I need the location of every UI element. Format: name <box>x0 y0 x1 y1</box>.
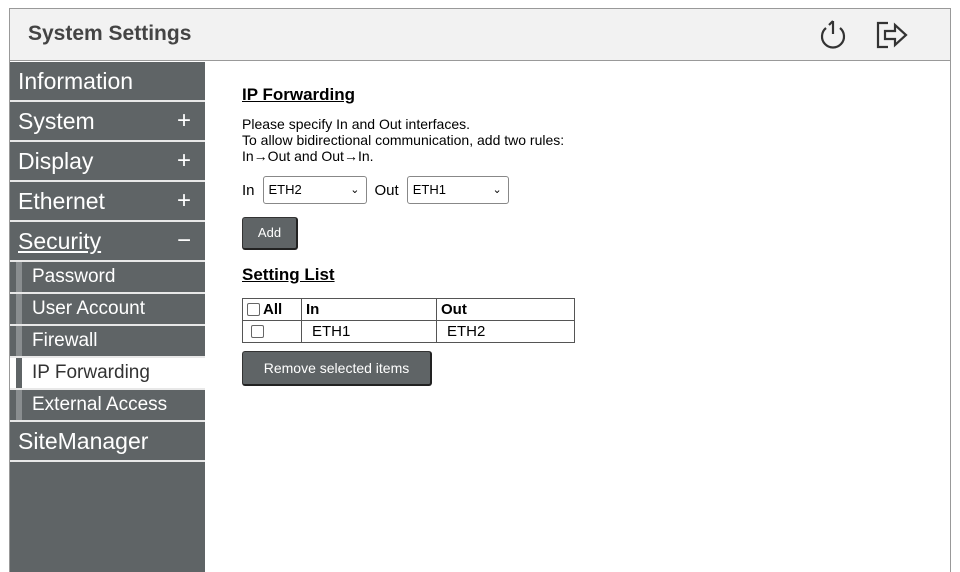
setting-list-table: All In Out ETH1 ETH2 <box>242 298 575 343</box>
table-cell-in: ETH1 <box>301 320 437 343</box>
sidebar-item-system[interactable]: System + <box>10 102 205 142</box>
sidebar-subitem-ip-forwarding[interactable]: IP Forwarding <box>10 358 205 390</box>
sidebar-subitem-password[interactable]: Password <box>10 262 205 294</box>
header-label: All <box>263 301 283 318</box>
chevron-down-icon: ⌄ <box>350 184 360 196</box>
sidebar-subitem-firewall[interactable]: Firewall <box>10 326 205 358</box>
sidebar-item-label: Display <box>18 148 94 174</box>
out-interface-select[interactable]: ETH1 ⌄ <box>406 176 509 204</box>
sidebar-item-label: System <box>18 108 95 134</box>
sidebar-item-information[interactable]: Information <box>10 62 205 102</box>
expand-icon: + <box>176 147 191 174</box>
in-interface-select[interactable]: ETH2 ⌄ <box>262 176 367 204</box>
setting-list-title: Setting List <box>242 265 335 284</box>
main-content: IP Forwarding Please specify In and Out … <box>242 85 942 386</box>
description-line: Please specify In and Out interfaces. <box>242 116 471 132</box>
chevron-down-icon: ⌄ <box>492 184 502 196</box>
table-header-all: All <box>242 298 302 321</box>
sidebar-item-label: Security <box>18 228 102 254</box>
sidebar-item-security[interactable]: Security − <box>10 222 205 262</box>
in-interface-value: ETH2 <box>268 182 302 197</box>
description-line: In→Out and Out→In. <box>242 148 374 164</box>
expand-icon: + <box>176 107 191 134</box>
table-header-row: All In Out <box>242 298 575 321</box>
table-row: ETH1 ETH2 <box>242 320 575 343</box>
sidebar-item-label: Ethernet <box>18 188 105 214</box>
expand-icon: + <box>176 187 191 214</box>
in-label: In <box>242 181 255 199</box>
sidebar-item-ethernet[interactable]: Ethernet + <box>10 182 205 222</box>
app-frame: System Settings Information System + Dis… <box>9 8 951 572</box>
table-cell-out: ETH2 <box>436 320 575 343</box>
header-bar: System Settings <box>10 9 950 61</box>
logout-icon[interactable] <box>874 17 910 53</box>
page-title: IP Forwarding <box>242 85 356 104</box>
table-header-in: In <box>301 298 437 321</box>
sidebar-item-sitemanager[interactable]: SiteManager <box>10 422 205 462</box>
sidebar-subitem-user-account[interactable]: User Account <box>10 294 205 326</box>
table-cell-checkbox <box>242 320 302 343</box>
description-line: To allow bidirectional communication, ad… <box>242 132 565 148</box>
collapse-icon: − <box>176 227 191 254</box>
power-icon[interactable] <box>815 17 851 53</box>
row-checkbox[interactable] <box>251 325 264 338</box>
sidebar-subitem-external-access[interactable]: External Access <box>10 390 205 422</box>
sidebar: Information System + Display + Ethernet … <box>10 62 205 572</box>
sidebar-item-label: Information <box>18 68 134 94</box>
table-header-out: Out <box>436 298 575 321</box>
select-all-checkbox[interactable] <box>247 303 260 316</box>
out-label: Out <box>374 181 399 199</box>
interface-selector-row: In ETH2 ⌄ Out ETH1 ⌄ <box>242 176 942 204</box>
app-title: System Settings <box>28 22 192 45</box>
sidebar-item-label: SiteManager <box>18 428 149 454</box>
sidebar-item-display[interactable]: Display + <box>10 142 205 182</box>
out-interface-value: ETH1 <box>412 182 446 197</box>
add-button[interactable]: Add <box>242 217 298 250</box>
description: Please specify In and Out interfaces. To… <box>242 116 942 164</box>
remove-selected-button[interactable]: Remove selected items <box>242 351 432 386</box>
